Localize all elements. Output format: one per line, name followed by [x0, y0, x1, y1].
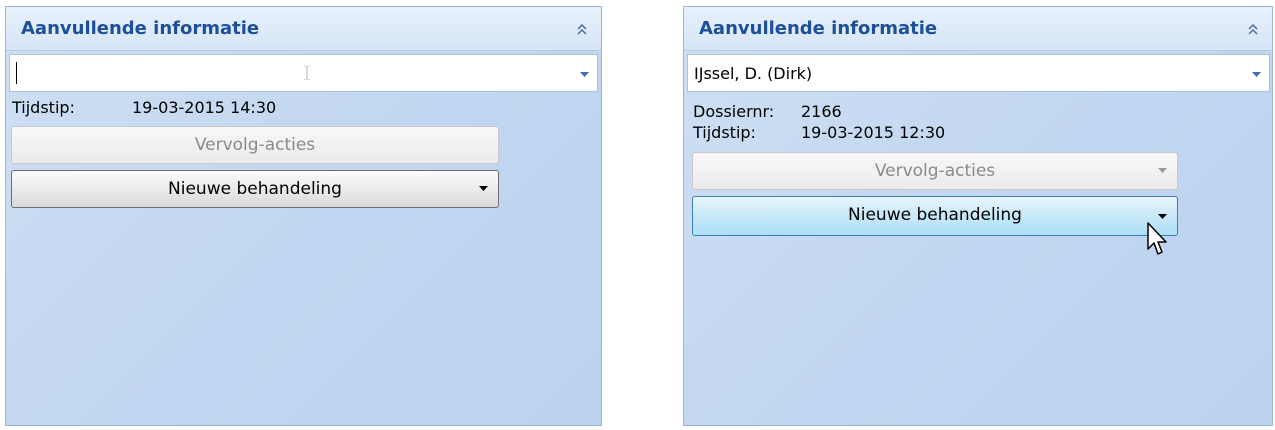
tijdstip-label: Tijdstip: — [693, 123, 756, 142]
nieuwe-behandeling-button[interactable]: Nieuwe behandeling — [692, 196, 1178, 236]
nieuwe-behandeling-button[interactable]: Nieuwe behandeling — [11, 170, 499, 208]
vervolg-acties-label: Vervolg-acties — [194, 135, 316, 155]
dropdown-arrow-icon — [1158, 168, 1167, 173]
vervolg-acties-button[interactable]: Vervolg-acties — [11, 126, 499, 164]
patient-combobox[interactable]: IJssel, D. (Dirk) — [687, 54, 1270, 92]
nieuwe-behandeling-label: Nieuwe behandeling — [168, 179, 342, 199]
tijdstip-label: Tijdstip: — [12, 98, 75, 117]
dossiernr-label: Dossiernr: — [693, 102, 775, 121]
panel-title: Aanvullende informatie — [699, 18, 938, 39]
panel-header: Aanvullende informatie — [6, 7, 601, 51]
dossiernr-value: 2166 — [801, 102, 842, 121]
dropdown-arrow-icon — [479, 186, 488, 191]
additional-info-panel-left: Aanvullende informatie I Tijdstip: 19-03… — [5, 6, 602, 426]
tijdstip-value: 19-03-2015 14:30 — [132, 98, 277, 117]
dropdown-arrow-icon — [1158, 214, 1167, 219]
patient-combobox[interactable]: I — [9, 54, 598, 92]
text-caret — [16, 62, 17, 84]
tijdstip-value: 19-03-2015 12:30 — [801, 123, 946, 142]
nieuwe-behandeling-label: Nieuwe behandeling — [848, 205, 1022, 225]
text-cursor-icon: I — [303, 61, 311, 85]
combobox-value: IJssel, D. (Dirk) — [694, 64, 813, 83]
vervolg-acties-button[interactable]: Vervolg-acties — [692, 152, 1178, 190]
vervolg-acties-label: Vervolg-acties — [874, 161, 996, 181]
dropdown-arrow-icon[interactable] — [580, 72, 589, 77]
double-chevron-up-icon[interactable] — [1246, 22, 1260, 36]
double-chevron-up-icon[interactable] — [575, 22, 589, 36]
additional-info-panel-right: Aanvullende informatie IJssel, D. (Dirk)… — [683, 6, 1273, 426]
mouse-pointer-icon — [1147, 222, 1167, 255]
dropdown-arrow-icon[interactable] — [1252, 72, 1261, 77]
panel-header: Aanvullende informatie — [684, 7, 1272, 51]
panel-title: Aanvullende informatie — [21, 18, 260, 39]
